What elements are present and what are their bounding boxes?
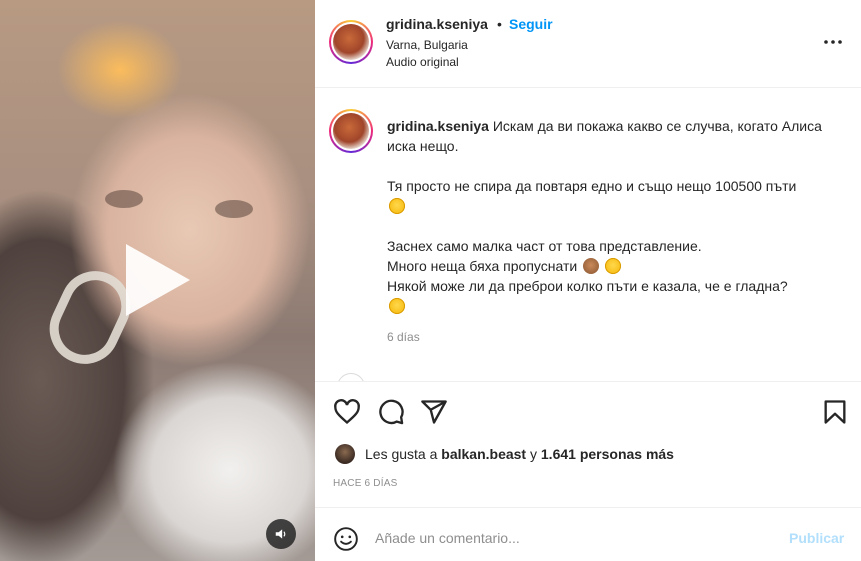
emoji-picker-icon[interactable] — [333, 526, 359, 552]
avatar[interactable] — [329, 20, 373, 64]
see-no-evil-monkey-emoji-icon — [583, 258, 600, 274]
caption-line: Заснех само малка част от това представл… — [387, 238, 702, 254]
caption-avatar[interactable] — [329, 109, 373, 153]
like-heart-icon[interactable] — [333, 398, 361, 426]
post-header: gridina.kseniya • Seguir Varna, Bulgaria… — [315, 0, 861, 88]
likes-summary: Les gusta a balkan.beast y 1.641 persona… — [335, 444, 674, 464]
caption-text: gridina.kseniya Искам да ви покажа какво… — [387, 116, 847, 316]
crying-emoji-icon — [389, 198, 405, 214]
follow-button[interactable]: Seguir — [509, 16, 553, 32]
caption-timestamp[interactable]: 6 días — [387, 330, 420, 344]
likes-prefix: Les gusta a — [365, 446, 438, 462]
post-timestamp[interactable]: HACE 6 DÍAS — [333, 478, 397, 489]
separator-dot: • — [497, 16, 502, 32]
location-link[interactable]: Varna, Bulgaria — [386, 38, 468, 52]
comment-input[interactable] — [375, 526, 775, 550]
post-details-panel: gridina.kseniya • Seguir Varna, Bulgaria… — [315, 0, 861, 561]
comment-bar: Publicar — [315, 507, 861, 561]
comment-bubble-icon[interactable] — [377, 398, 405, 426]
publish-button[interactable]: Publicar — [789, 530, 844, 546]
video-frame-detail — [215, 200, 253, 218]
video-player[interactable] — [0, 0, 315, 561]
share-paper-plane-icon[interactable] — [420, 398, 448, 426]
comment-avatar[interactable] — [337, 373, 365, 381]
speaker-icon — [275, 529, 286, 539]
more-options-icon[interactable] — [821, 30, 845, 54]
save-bookmark-icon[interactable] — [821, 398, 849, 426]
username-link[interactable]: gridina.kseniya — [386, 16, 488, 32]
caption-area: gridina.kseniya Искам да ви покажа какво… — [315, 89, 861, 381]
liker-avatar[interactable] — [335, 444, 355, 464]
laughing-emoji-icon — [389, 298, 405, 314]
likes-count-link[interactable]: 1.641 personas más — [541, 446, 674, 462]
caption-line: Някой може ли да преброи колко пъти е ка… — [387, 278, 788, 294]
caption-line: Много неща бяха пропуснати — [387, 258, 578, 274]
caption-line: Тя просто не спира да повтаря едно и същ… — [387, 178, 797, 194]
play-icon[interactable] — [118, 240, 198, 320]
video-frame-detail — [105, 190, 143, 208]
audio-link[interactable]: Audio original — [386, 55, 459, 69]
laughing-emoji-icon — [604, 258, 621, 274]
post-actions: Les gusta a balkan.beast y 1.641 persona… — [315, 381, 861, 506]
liker-username[interactable]: balkan.beast — [441, 446, 526, 462]
caption-username[interactable]: gridina.kseniya — [387, 118, 489, 134]
likes-conjunction: y — [530, 446, 537, 462]
audio-toggle-button[interactable] — [266, 519, 296, 549]
